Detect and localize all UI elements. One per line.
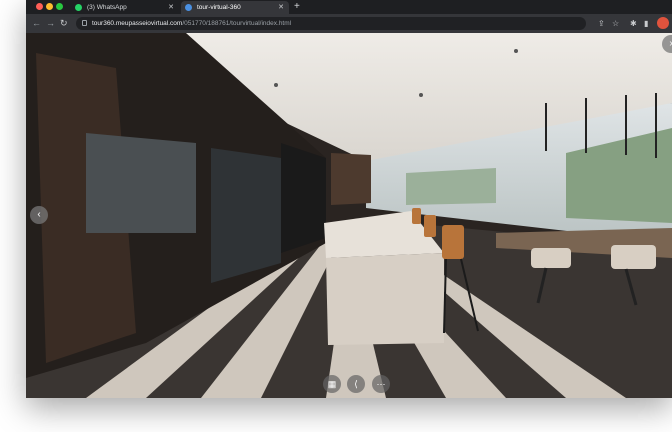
url-text: tour360.meupasseiovirtual.com/051770/188… [92, 20, 292, 27]
share-icon[interactable]: ⟨ [347, 375, 365, 393]
more-icon[interactable]: ⋯ [372, 375, 390, 393]
browser-window: (3) WhatsApp ✕ tour-virtual-360 ✕ + ← → … [26, 0, 672, 398]
tab-label: tour-virtual-360 [197, 4, 241, 11]
close-window-button[interactable] [36, 3, 43, 10]
grid-icon[interactable]: ▦ [323, 375, 341, 393]
close-tab-icon[interactable]: ✕ [278, 1, 284, 14]
back-arrow-icon[interactable]: ← [32, 17, 41, 30]
zoom-window-button[interactable] [56, 3, 63, 10]
globe-icon [185, 4, 192, 11]
tab-strip: (3) WhatsApp ✕ tour-virtual-360 ✕ + [26, 0, 672, 14]
whatsapp-icon [75, 4, 82, 11]
lock-icon [82, 20, 87, 26]
forward-arrow-icon[interactable]: → [46, 17, 55, 30]
browser-toolbar: ← → ↻ tour360.meupasseiovirtual.com/0517… [26, 14, 672, 33]
close-tab-icon[interactable]: ✕ [168, 1, 174, 14]
share-page-icon[interactable]: ⇪ [598, 17, 605, 30]
tab-label: (3) WhatsApp [87, 4, 127, 11]
reload-icon[interactable]: ↻ [60, 17, 68, 30]
address-bar[interactable]: tour360.meupasseiovirtual.com/051770/188… [76, 17, 586, 30]
tour-360-viewport[interactable]: ‹ › ▦ ⟨ ⋯ [26, 33, 672, 398]
minimize-window-button[interactable] [46, 3, 53, 10]
new-tab-button[interactable]: + [294, 0, 300, 14]
extensions-icon[interactable]: ✱ [630, 17, 637, 30]
tab-tour-virtual[interactable]: tour-virtual-360 ✕ [181, 1, 289, 14]
previous-scene-button[interactable]: ‹ [30, 206, 48, 224]
profile-avatar[interactable] [657, 17, 669, 29]
bookmark-star-icon[interactable]: ☆ [612, 17, 619, 30]
panorama-scene [26, 33, 672, 398]
tab-whatsapp[interactable]: (3) WhatsApp ✕ [71, 1, 179, 14]
sidebar-icon[interactable]: ▮ [644, 17, 648, 30]
